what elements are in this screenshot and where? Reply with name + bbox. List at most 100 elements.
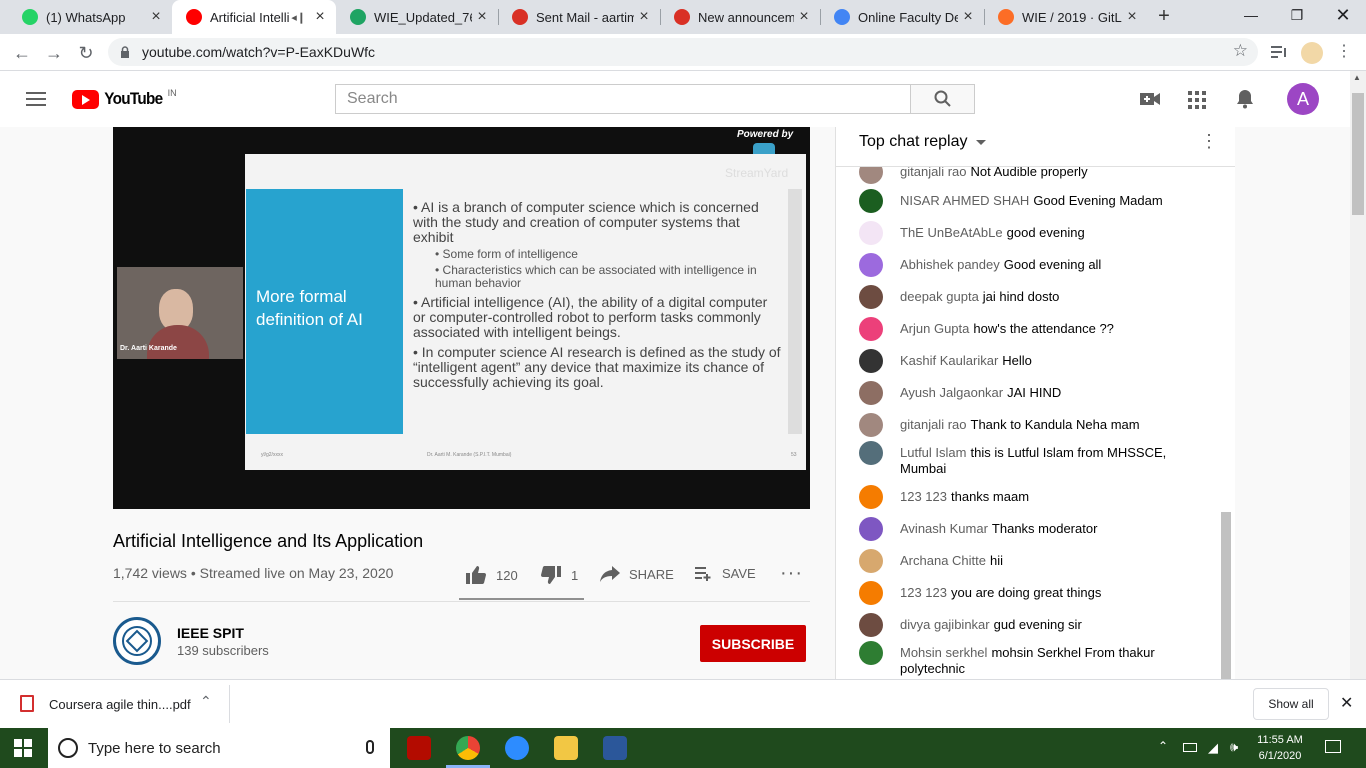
show-all-button[interactable]: Show all <box>1253 688 1329 720</box>
chat-author-avatar[interactable] <box>859 381 883 405</box>
forward-icon[interactable]: → <box>40 39 68 67</box>
chat-message-text: thanks maam <box>951 489 1030 504</box>
tray-overflow-icon[interactable]: ⌃ <box>1158 739 1168 753</box>
minimize-icon[interactable]: — <box>1228 0 1274 30</box>
save-label: SAVE <box>722 566 756 581</box>
chat-author-avatar[interactable] <box>859 441 883 465</box>
chat-author-avatar[interactable] <box>859 285 883 309</box>
microphone-icon[interactable] <box>366 740 374 754</box>
close-download-bar-icon[interactable]: ✕ <box>1340 693 1353 713</box>
new-tab-button[interactable]: + <box>1152 6 1176 28</box>
chat-author-avatar[interactable] <box>859 413 883 437</box>
tab-close-icon[interactable]: × <box>1122 8 1142 26</box>
page-scroll-up-icon[interactable]: ▲ <box>1353 73 1361 82</box>
chat-author-avatar[interactable] <box>859 189 883 213</box>
chat-author-avatar[interactable] <box>859 349 883 373</box>
chat-author-name: deepak gupta <box>900 289 979 304</box>
video-player[interactable]: Powered by StreamYard More formal defini… <box>113 127 810 509</box>
word-icon[interactable] <box>603 736 627 760</box>
file-explorer-icon[interactable] <box>554 736 578 760</box>
apps-grid-icon[interactable] <box>1188 91 1206 109</box>
subscribe-button[interactable]: SUBSCRIBE <box>700 625 806 662</box>
chat-author-name: Kashif Kaularikar <box>900 353 999 368</box>
taskbar-search-box[interactable]: Type here to search <box>48 728 390 768</box>
tab-audio-icon[interactable]: ◂❙ <box>291 11 306 24</box>
clock[interactable]: 11:55 AM 6/1/2020 <box>1254 732 1306 764</box>
chat-message-body: 123 123 thanks maam <box>900 489 1200 505</box>
tab-close-icon[interactable]: × <box>146 8 166 26</box>
more-actions-icon[interactable]: ··· <box>780 562 803 585</box>
browser-tab[interactable]: WIE / 2019 · GitLa × <box>984 0 1148 34</box>
tab-close-icon[interactable]: × <box>794 8 814 26</box>
search-button[interactable] <box>910 84 975 114</box>
browser-tab[interactable]: Online Faculty Dev × <box>820 0 984 34</box>
browser-tab[interactable]: New announceme × <box>660 0 820 34</box>
browser-tab[interactable]: (1) WhatsApp × <box>8 0 172 34</box>
back-icon[interactable]: ← <box>8 39 36 67</box>
chat-author-avatar[interactable] <box>859 253 883 277</box>
chat-author-avatar[interactable] <box>859 581 883 605</box>
volume-icon[interactable]: 🕪 <box>1230 739 1238 755</box>
bookmark-star-icon[interactable]: ☆ <box>1233 41 1248 61</box>
share-button[interactable]: SHARE <box>600 566 674 582</box>
channel-name[interactable]: IEEE SPIT <box>177 625 244 641</box>
powered-by-label: Powered by <box>737 129 794 140</box>
chat-author-avatar[interactable] <box>859 485 883 509</box>
youtube-logo[interactable]: YouTube IN <box>72 88 177 110</box>
wifi-icon[interactable]: ◢ <box>1208 740 1218 756</box>
battery-icon[interactable] <box>1183 743 1197 752</box>
create-video-icon[interactable] <box>1140 91 1160 107</box>
browser-tab[interactable]: WIE_Updated_76 × <box>336 0 498 34</box>
chat-author-avatar[interactable] <box>859 517 883 541</box>
notifications-bell-icon[interactable] <box>1236 89 1254 109</box>
save-button[interactable]: SAVE <box>695 566 756 581</box>
notification-center-icon[interactable] <box>1325 740 1341 753</box>
browser-menu-icon[interactable]: ⋮ <box>1336 42 1352 62</box>
chat-author-avatar[interactable] <box>859 549 883 573</box>
chrome-icon[interactable] <box>456 736 480 760</box>
address-bar[interactable]: youtube.com/watch?v=P-EaxKDuWfc ☆ <box>108 38 1258 66</box>
presentation-slide: StreamYard More formal definition of AI … <box>245 154 806 470</box>
clock-date: 6/1/2020 <box>1258 750 1302 762</box>
slide-heading-band: More formal definition of AI <box>246 189 403 434</box>
chat-message-body: deepak gupta jai hind dosto <box>900 289 1200 305</box>
like-button[interactable]: 120 <box>466 566 518 584</box>
reload-icon[interactable]: ↻ <box>72 39 100 67</box>
media-control-icon[interactable] <box>1270 43 1288 61</box>
chat-scrollbar[interactable] <box>1221 512 1231 679</box>
chat-message-text: good evening <box>1006 225 1085 240</box>
tab-close-icon[interactable]: × <box>472 8 492 26</box>
chat-message-body: 123 123 you are doing great things <box>900 585 1200 601</box>
tab-separator <box>660 9 661 25</box>
chat-author-name: Abhishek pandey <box>900 257 1000 272</box>
chat-author-avatar[interactable] <box>859 221 883 245</box>
chat-author-avatar[interactable] <box>859 317 883 341</box>
acrobat-icon[interactable] <box>407 736 431 760</box>
zoom-icon[interactable] <box>505 736 529 760</box>
chat-menu-icon[interactable]: ⋮ <box>1200 131 1218 152</box>
chat-message-text: you are doing great things <box>951 585 1102 600</box>
channel-avatar[interactable] <box>113 617 161 665</box>
chat-message-body: Abhishek pandey Good evening all <box>900 257 1200 273</box>
dislike-button[interactable]: 1 <box>541 566 578 584</box>
profile-avatar-icon[interactable] <box>1301 42 1323 64</box>
restore-icon[interactable]: ❐ <box>1274 0 1320 30</box>
tab-close-icon[interactable]: × <box>958 8 978 26</box>
browser-tab[interactable]: Artificial Intelli ◂❙ × <box>172 0 336 34</box>
tab-close-icon[interactable]: × <box>310 8 330 26</box>
lock-icon <box>121 46 129 58</box>
browser-tab[interactable]: Sent Mail - aartim × <box>498 0 660 34</box>
search-input[interactable]: Search <box>335 84 911 114</box>
download-item[interactable]: Coursera agile thin....pdf <box>49 697 191 712</box>
hamburger-menu-icon[interactable] <box>26 92 46 106</box>
account-avatar[interactable]: A <box>1287 83 1319 115</box>
close-window-icon[interactable]: ✕ <box>1320 0 1366 30</box>
chat-mode-dropdown[interactable]: Top chat replay <box>859 133 986 151</box>
speaker-name-label: Dr. Aarti Karande <box>120 345 177 352</box>
chat-author-avatar[interactable] <box>859 613 883 637</box>
windows-start-icon[interactable] <box>14 739 32 757</box>
chat-author-avatar[interactable] <box>859 641 883 665</box>
page-scrollbar-thumb[interactable] <box>1352 93 1364 215</box>
download-options-icon[interactable]: ⌃ <box>200 693 212 710</box>
tab-close-icon[interactable]: × <box>634 8 654 26</box>
